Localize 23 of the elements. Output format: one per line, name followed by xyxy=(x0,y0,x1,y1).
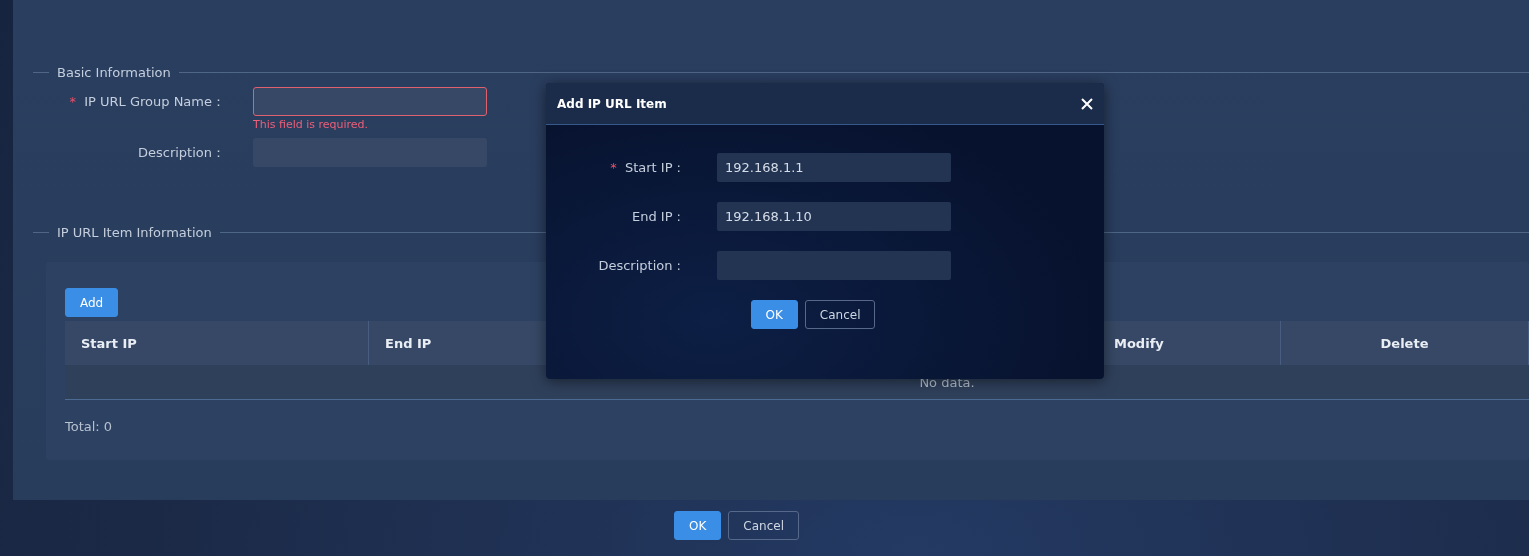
cancel-button[interactable]: Cancel xyxy=(728,511,799,540)
column-header: Start IP xyxy=(81,335,137,351)
required-asterisk: * xyxy=(610,160,617,175)
column-header: Delete xyxy=(1380,335,1429,351)
cancel-button[interactable]: Cancel xyxy=(804,300,876,329)
column-header: Modify xyxy=(1114,335,1164,351)
column-header: End IP xyxy=(385,335,432,351)
field-label: End IP : xyxy=(631,209,681,224)
required-asterisk: * xyxy=(69,94,77,109)
field-label: IP URL Group Name： xyxy=(84,94,225,109)
input-field[interactable] xyxy=(253,87,487,116)
field-label: Description : xyxy=(598,258,681,273)
input-field[interactable] xyxy=(717,251,951,280)
section-title: IP URL Item Information xyxy=(57,224,212,240)
error-message: This field is required. xyxy=(253,118,370,131)
field-label: Description： xyxy=(137,145,225,160)
close-icon[interactable] xyxy=(1081,97,1093,110)
total-count: Total: 0 xyxy=(65,419,114,434)
dialog-title: Add IP URL Item xyxy=(557,96,667,111)
input-field[interactable]: 192.168.1.1 xyxy=(717,153,951,182)
field-label: Start IP : xyxy=(624,160,681,175)
input-field[interactable]: 192.168.1.10 xyxy=(717,202,951,231)
section-title: Basic Information xyxy=(57,64,171,80)
